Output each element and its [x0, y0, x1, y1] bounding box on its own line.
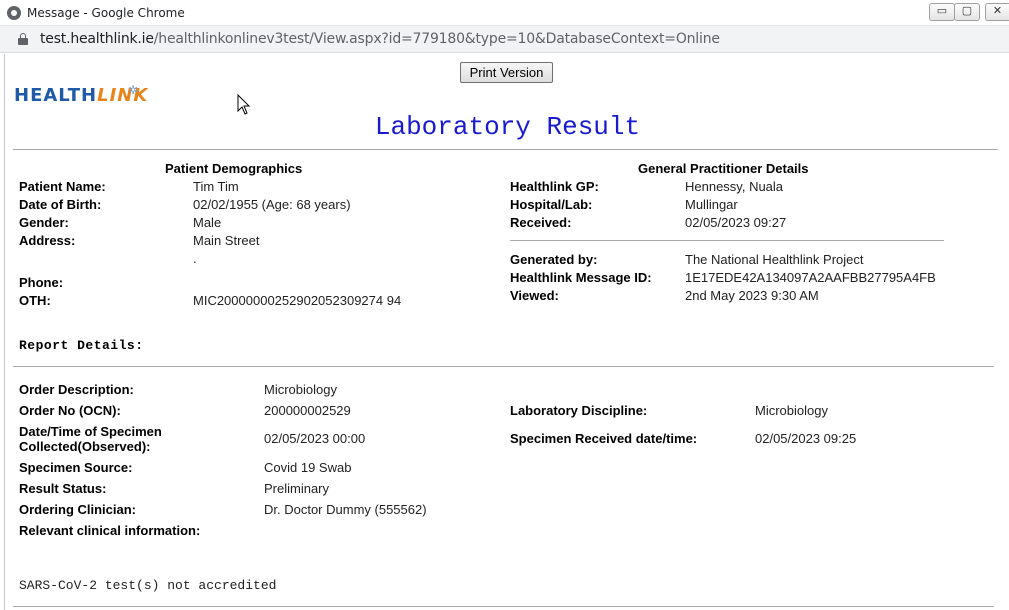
print-version-button[interactable]: Print Version: [460, 62, 553, 83]
logo-text-health: HEALTH: [14, 85, 98, 106]
specimen-source-value: Covid 19 Swab: [264, 460, 352, 475]
received-label: Received:: [510, 215, 572, 230]
ordering-clinician-value: Dr. Doctor Dummy (555562): [264, 502, 427, 517]
healthlink-logo: HEALTHLINK ✲: [14, 83, 149, 107]
logo-text-link: LINK: [97, 85, 149, 106]
accreditation-note: SARS-CoV-2 test(s) not accredited: [19, 578, 277, 593]
dob-value: 02/02/1955 (Age: 68 years): [193, 197, 351, 212]
order-description-label: Order Description:: [19, 382, 134, 397]
result-status-label: Result Status:: [19, 481, 107, 496]
specimen-source-label: Specimen Source:: [19, 460, 133, 475]
address-value: Main Street: [193, 233, 260, 248]
logo-swirl-icon: ✲: [128, 83, 140, 97]
message-id-value: 1E17EDE42A134097A2AAFBB27795A4FB: [685, 270, 936, 285]
healthlink-gp-label: Healthlink GP:: [510, 179, 599, 194]
oth-value: MIC20000000252902052309274 94: [193, 293, 402, 308]
message-id-label: Healthlink Message ID:: [510, 270, 652, 285]
specimen-collected-label-line2: Collected(Observed):: [19, 439, 151, 454]
result-status-value: Preliminary: [264, 481, 330, 496]
phone-label: Phone:: [19, 275, 64, 290]
order-no-label: Order No (OCN):: [19, 403, 121, 418]
report-title: Laboratory Result: [374, 112, 641, 142]
lab-discipline-label: Laboratory Discipline:: [510, 403, 648, 418]
specimen-collected-label-line1: Date/Time of Specimen: [19, 424, 162, 439]
bottom-divider: [13, 606, 994, 607]
healthlink-gp-value: Hennessy, Nuala: [685, 179, 784, 194]
address-bar[interactable]: test.healthlink.ie/healthlinkonlinev3tes…: [0, 26, 1009, 53]
ordering-clinician-label: Ordering Clinician:: [19, 502, 137, 517]
close-button[interactable]: ✕: [985, 3, 1009, 21]
gender-label: Gender:: [19, 215, 69, 230]
page-content: Print Version HEALTHLINK ✲ Laboratory Re…: [4, 54, 1009, 610]
maximize-button[interactable]: ▢: [954, 3, 980, 21]
lock-icon: [18, 33, 28, 45]
minimize-button[interactable]: ▭: [929, 3, 955, 21]
specimen-collected-value: 02/05/2023 00:00: [264, 431, 366, 446]
lab-discipline-value: Microbiology: [755, 403, 828, 418]
specimen-received-value: 02/05/2023 09:25: [755, 431, 857, 446]
url-text[interactable]: test.healthlink.ie/healthlinkonlinev3tes…: [40, 31, 720, 47]
generated-by-value: The National Healthlink Project: [685, 252, 864, 267]
patient-name-label: Patient Name:: [19, 179, 106, 194]
order-no-value: 200000002529: [264, 403, 351, 418]
patient-demographics-heading: Patient Demographics: [165, 161, 303, 176]
viewed-value: 2nd May 2023 9:30 AM: [685, 288, 819, 303]
generated-by-label: Generated by:: [510, 252, 598, 267]
chrome-icon: [7, 6, 21, 20]
title-divider: [13, 149, 998, 150]
patient-name-value: Tim Tim: [193, 179, 239, 194]
dob-label: Date of Birth:: [19, 197, 102, 212]
hospital-lab-value: Mullingar: [685, 197, 738, 212]
report-details-divider: [13, 366, 994, 367]
url-host: test.healthlink.ie: [40, 31, 154, 47]
gp-details-heading: General Practitioner Details: [638, 161, 809, 176]
oth-label: OTH:: [19, 293, 51, 308]
received-value: 02/05/2023 09:27: [685, 215, 787, 230]
url-path: /healthlinkonlinev3test/View.aspx?id=779…: [153, 31, 720, 47]
window-title-bar: Message - Google Chrome ▭ ▢ ✕: [0, 0, 1009, 26]
specimen-received-label: Specimen Received date/time:: [510, 431, 698, 446]
window-title: Message - Google Chrome: [27, 6, 185, 20]
order-description-value: Microbiology: [264, 382, 337, 397]
gender-value: Male: [193, 215, 222, 230]
gp-divider: [510, 240, 944, 241]
address-label: Address:: [19, 233, 76, 248]
clinical-info-label: Relevant clinical information:: [19, 523, 201, 538]
report-details-heading: Report Details:: [19, 338, 144, 353]
address-line2-value: .: [193, 251, 197, 266]
hospital-lab-label: Hospital/Lab:: [510, 197, 593, 212]
viewed-label: Viewed:: [510, 288, 559, 303]
